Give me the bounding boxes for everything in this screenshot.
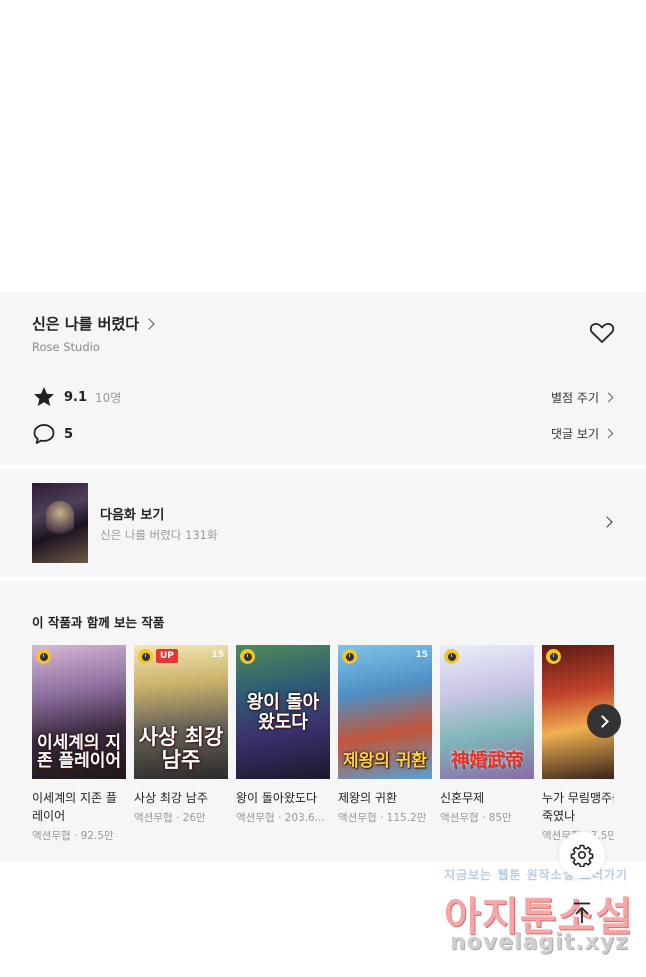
site-watermark: 지금보는 웹툰 원작소설 보러가기 아지툰소설 novelagit.xyz	[444, 866, 634, 974]
card-title: 이세계의 지존 플레이어	[32, 791, 117, 823]
next-episode-heading: 다음화 보기	[100, 508, 165, 523]
card-cover[interactable]: UP 15 사상 최강 남주	[134, 645, 228, 779]
card-cover[interactable]: 왕이 돌아왔도다	[236, 645, 330, 779]
clock-icon	[546, 649, 561, 664]
recommendation-card[interactable]: UP 15 사상 최강 남주 사상 최강 남주 액션무협 · 26만	[134, 645, 228, 825]
age-rating-badge: 15	[415, 650, 428, 660]
card-cover[interactable]: 이세계의 지존 플레이어	[32, 645, 126, 779]
recommendation-card[interactable]: 왕이 돌아왔도다 왕이 돌아왔도다 액션무협 · 203.6...	[236, 645, 330, 825]
clock-icon	[444, 649, 459, 664]
comment-count: 5	[64, 426, 74, 442]
comment-row: 5	[32, 423, 73, 445]
clock-icon	[240, 649, 255, 664]
chevron-right-icon	[143, 317, 155, 330]
card-cover-title: 제왕의 귀환	[342, 751, 428, 772]
recommendation-card[interactable]: 이세계의 지존 플레이어 이세계의 지존 플레이어 액션무협 · 92.5만	[32, 645, 126, 843]
next-episode-subtitle: 신은 나를 버렸다 131화	[100, 528, 218, 542]
recommendation-card[interactable]: 누가 무림맹주를 죽였나 액션무협 · 7.5만	[542, 645, 614, 843]
card-meta: 액션무협 · 115.2만	[338, 812, 427, 824]
scroll-to-top-button[interactable]	[559, 890, 605, 936]
card-meta: 액션무협 · 92.5만	[32, 830, 114, 842]
chevron-right-icon	[603, 428, 614, 439]
card-title: 왕이 돌아왔도다	[236, 791, 318, 805]
view-comments-label: 댓글 보기	[551, 427, 599, 441]
gear-icon	[570, 844, 594, 867]
update-badge: UP	[156, 649, 178, 663]
card-title: 누가 무림맹주를 죽였나	[542, 791, 614, 823]
card-title: 사상 최강 남주	[134, 791, 208, 805]
recommendation-heading: 이 작품과 함께 보는 작품	[32, 615, 165, 630]
clock-icon	[342, 649, 357, 664]
rate-button[interactable]: 별점 주기	[551, 389, 614, 406]
card-cover[interactable]: 15 제왕의 귀환	[338, 645, 432, 779]
series-title-link[interactable]: 신은 나를 버렸다	[32, 313, 155, 334]
card-cover-title: 이세계의 지존 플레이어	[36, 732, 122, 772]
heart-icon[interactable]	[589, 321, 615, 345]
card-cover-title: 神婚武帝	[451, 750, 523, 772]
viewer-blank-area	[0, 0, 646, 292]
card-cover-title: 왕이 돌아왔도다	[246, 692, 320, 734]
chevron-right-icon	[603, 392, 614, 403]
rating-count: 10명	[95, 390, 122, 405]
rate-button-label: 별점 주기	[551, 391, 599, 405]
recommendation-card[interactable]: 神婚武帝 신혼무제 액션무협 · 85만	[440, 645, 534, 825]
recommendation-card[interactable]: 15 제왕의 귀환 제왕의 귀환 액션무협 · 115.2만	[338, 645, 432, 825]
studio-name: Rose Studio	[32, 340, 100, 354]
card-cover[interactable]: 神婚武帝	[440, 645, 534, 779]
clock-icon	[36, 649, 51, 664]
arrow-up-icon	[574, 902, 590, 923]
card-meta: 액션무협 · 203.6...	[236, 812, 325, 824]
comment-icon	[33, 424, 55, 444]
card-meta: 액션무협 · 85만	[440, 812, 512, 824]
rating-row: 9.1 10명	[32, 386, 121, 408]
chevron-right-icon	[596, 714, 609, 728]
card-cover-title: 사상 최강 남주	[138, 723, 224, 772]
card-meta: 액션무협 · 26만	[134, 812, 206, 824]
next-episode-thumbnail[interactable]	[32, 483, 88, 563]
next-episode-panel[interactable]	[0, 469, 646, 577]
view-comments-button[interactable]: 댓글 보기	[551, 425, 614, 442]
series-title: 신은 나를 버렸다	[32, 315, 140, 333]
card-title: 제왕의 귀환	[338, 791, 398, 805]
recommendation-carousel[interactable]: 이세계의 지존 플레이어 이세계의 지존 플레이어 액션무협 · 92.5만 U…	[32, 645, 614, 855]
settings-button[interactable]	[559, 832, 605, 878]
rating-score: 9.1	[64, 389, 88, 405]
carousel-next-button[interactable]	[587, 704, 621, 738]
age-rating-badge: 15	[211, 650, 224, 660]
clock-icon	[138, 649, 153, 664]
card-title: 신혼무제	[440, 791, 485, 805]
star-icon	[34, 387, 54, 406]
